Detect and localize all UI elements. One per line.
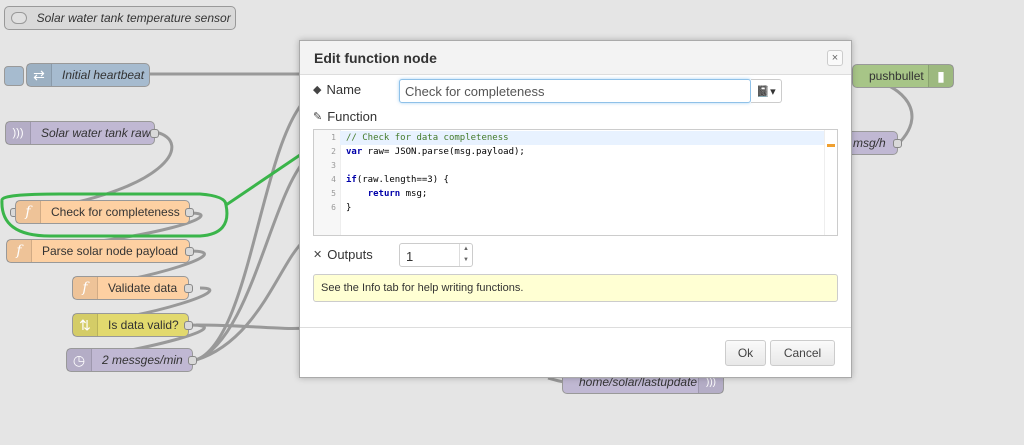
timer-icon: ◷ [67, 349, 92, 371]
line-number: 4 [331, 175, 336, 184]
node-label: Parse solar node payload [42, 244, 179, 258]
wifi-icon: ))) [6, 122, 31, 144]
code-keyword: var [346, 147, 363, 157]
node-label: Validate data [108, 281, 178, 295]
edit-function-dialog: Edit function node × ◆ Name 📓▾ ✎ Functio… [299, 40, 852, 378]
line-number: 3 [331, 161, 336, 170]
code-line: // Check for data completeness [346, 131, 509, 145]
close-icon[interactable]: × [827, 50, 843, 66]
node-label: Check for completeness [51, 205, 180, 219]
info-tip: See the Info tab for help writing functi… [313, 274, 838, 302]
code-line: var raw= JSON.parse(msg.payload); [346, 147, 525, 157]
function-icon: f [16, 201, 41, 223]
line-number: 2 [331, 147, 336, 156]
function-icon: f [7, 240, 32, 262]
node-label: Solar water tank raw [41, 126, 151, 140]
code-line: return msg; [367, 189, 428, 199]
line-number: 5 [331, 189, 336, 198]
toggle-icon[interactable] [11, 12, 27, 24]
name-label-text: Name [326, 82, 362, 97]
output-port[interactable] [150, 129, 159, 138]
flow-node-pushbullet[interactable]: pushbullet ▮ [852, 64, 954, 88]
flow-node-rate-limit[interactable]: ◷ 2 messges/min [66, 348, 197, 372]
code-line: if(raw.length==3) { [346, 175, 449, 185]
code-editor[interactable]: 1 2 3 4 5 6 // Check for data completeness var… [313, 129, 838, 236]
flow-node-validate-data[interactable]: f Validate data [72, 276, 193, 300]
pushbullet-icon: ▮ [928, 65, 953, 87]
node-label: pushbullet [869, 69, 924, 83]
code-keyword: return [367, 189, 401, 199]
wire [195, 323, 306, 330]
wrench-icon: ✎ [313, 111, 323, 123]
spinner-down-icon[interactable]: ▼ [460, 255, 472, 266]
outputs-label-text: Outputs [327, 247, 373, 262]
function-label: ✎ Function [313, 109, 377, 124]
output-port[interactable] [893, 139, 902, 148]
outputs-label: ✕ Outputs [313, 247, 373, 262]
shuffle-icon: ✕ [313, 249, 323, 261]
inject-button[interactable] [4, 66, 24, 86]
code-comment: // Check for data completeness [346, 133, 509, 143]
flow-node-is-data-valid[interactable]: ⇅ Is data valid? [72, 313, 193, 337]
dialog-title: Edit function node [300, 41, 851, 75]
flow-node-initial-heartbeat[interactable]: ⇄ Initial heartbeat [26, 63, 150, 87]
name-label: ◆ Name [313, 82, 361, 97]
output-port[interactable] [184, 321, 193, 330]
code-keyword: if [346, 175, 357, 185]
scroll-marker [827, 144, 835, 147]
flow-node-parse-payload[interactable]: f Parse solar node payload [6, 239, 194, 263]
output-port[interactable] [185, 247, 194, 256]
flow-node-solar-raw[interactable]: ))) Solar water tank raw [5, 121, 159, 145]
node-label: Initial heartbeat [62, 68, 145, 82]
node-label: 2 messges/min [102, 353, 183, 367]
function-label-text: Function [327, 109, 378, 124]
output-port[interactable] [185, 208, 194, 217]
function-icon: f [73, 277, 98, 299]
ok-button[interactable]: Ok [725, 340, 766, 366]
node-label: Is data valid? [108, 318, 179, 332]
spinner-up-icon[interactable]: ▲ [460, 244, 472, 255]
editor-scrollbar[interactable] [824, 130, 837, 235]
line-number: 1 [331, 133, 336, 142]
flow-node-temperature-sensor[interactable]: Solar water tank temperature sensor [4, 6, 236, 30]
dialog-footer: Ok Cancel [300, 327, 851, 377]
tag-icon: ◆ [313, 84, 322, 96]
icon-picker-button[interactable]: 📓▾ [751, 79, 782, 103]
switch-icon: ⇅ [73, 314, 98, 336]
outputs-value: 1 [406, 249, 414, 264]
output-port[interactable] [188, 356, 197, 365]
output-port[interactable] [184, 284, 193, 293]
code-line: } [346, 203, 352, 213]
line-number: 6 [331, 203, 336, 212]
flow-node-check-completeness[interactable]: f Check for completeness [15, 200, 194, 224]
cancel-button[interactable]: Cancel [770, 340, 835, 366]
node-label: Solar water tank temperature sensor [36, 11, 231, 25]
line-number-gutter: 1 2 3 4 5 6 [314, 130, 341, 235]
inject-arrows-icon: ⇄ [27, 64, 52, 86]
name-input[interactable] [399, 79, 751, 103]
spinner-buttons[interactable]: ▲ ▼ [459, 244, 472, 266]
outputs-spinner-input[interactable]: 1 ▲ ▼ [399, 243, 473, 267]
